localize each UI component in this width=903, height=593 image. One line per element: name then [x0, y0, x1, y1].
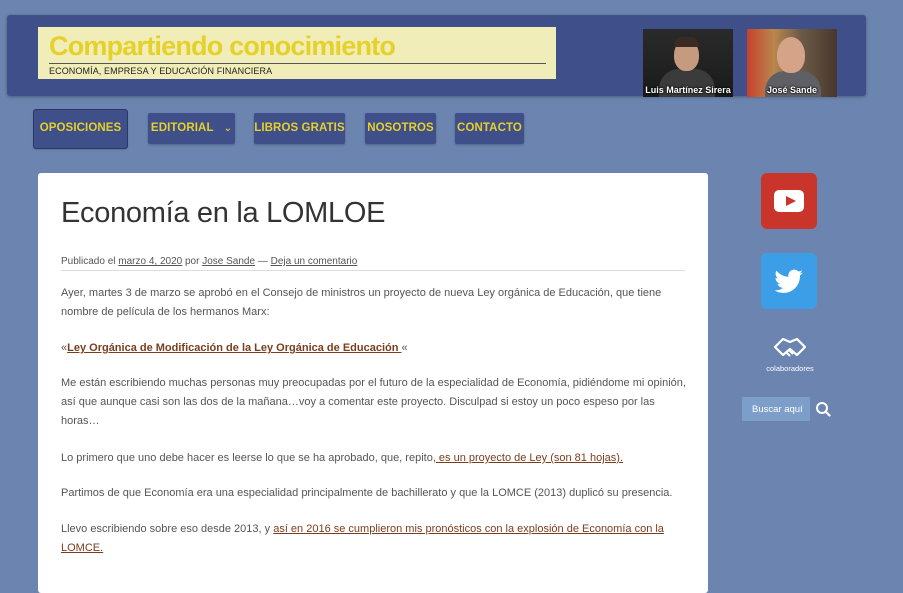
quote-close: « — [401, 342, 408, 354]
search-icon — [816, 402, 831, 417]
site-title[interactable]: Compartiendo conocimiento — [49, 31, 396, 62]
site-branding[interactable]: Compartiendo conocimiento ECONOMÍA, EMPR… — [38, 27, 556, 79]
paragraph-law-name: «Ley Orgánica de Modificación de la Ley … — [61, 339, 689, 358]
meta-by: por — [184, 256, 200, 267]
law-link[interactable]: Ley Orgánica de Modificación de la Ley O… — [67, 342, 401, 354]
post-author-link[interactable]: Jose Sande — [202, 256, 255, 267]
collaborators-label: colaboradores — [766, 364, 814, 373]
meta-separator: — — [257, 256, 268, 267]
comment-link[interactable]: Deja un comentario — [271, 256, 358, 267]
nav-item-label: EDITORIAL — [150, 122, 214, 134]
meta-divider — [61, 270, 685, 271]
paragraph-text: Lo primero que uno debe hacer es leerse … — [61, 452, 436, 464]
play-icon — [786, 196, 796, 206]
search-form — [742, 397, 836, 421]
nav-item-editorial[interactable]: EDITORIAL ⌄ — [148, 113, 235, 144]
handshake-icon — [773, 337, 807, 357]
twitter-icon[interactable] — [761, 253, 817, 309]
paragraph-context: Partimos de que Economía era una especia… — [61, 487, 673, 499]
author-photo-luis[interactable]: Luis Martínez Sirera — [643, 29, 733, 97]
title-divider — [49, 63, 546, 64]
youtube-icon[interactable] — [761, 173, 817, 229]
bill-link[interactable]: es un proyecto de Ley (son 81 hojas). — [436, 452, 623, 464]
paragraph-text: Llevo escribiendo sobre eso desde 2013, … — [61, 523, 274, 535]
photo-hair — [674, 37, 699, 47]
nav-item-libros-gratis[interactable]: LIBROS GRATIS — [254, 113, 345, 144]
youtube-screen — [774, 190, 804, 212]
paragraph-read-first: Lo primero que uno debe hacer es leerse … — [61, 449, 689, 468]
photo-face — [777, 37, 805, 73]
author-name: Luis Martínez Sirera — [645, 85, 731, 95]
collaborators-link[interactable]: colaboradores — [760, 333, 820, 375]
author-photo-jose[interactable]: José Sande — [747, 29, 837, 97]
paragraph-concern: Me están escribiendo muchas personas muy… — [61, 377, 686, 427]
post-meta: Publicado el marzo 4, 2020 por Jose Sand… — [61, 256, 357, 267]
nav-item-nosotros[interactable]: NOSOTROS — [365, 113, 436, 144]
paragraph-intro: Ayer, martes 3 de marzo se aprobó en el … — [61, 287, 662, 318]
nav-item-contacto[interactable]: CONTACTO — [455, 113, 524, 144]
meta-prefix: Publicado el — [61, 256, 116, 267]
site-tagline: ECONOMÍA, EMPRESA Y EDUCACIÓN FINANCIERA — [49, 66, 273, 76]
chevron-down-icon: ⌄ — [223, 123, 233, 134]
twitter-bird-icon — [774, 269, 803, 293]
post-date-link[interactable]: marzo 4, 2020 — [118, 256, 182, 267]
nav-item-oposiciones[interactable]: OPOSICIONES — [34, 110, 127, 148]
post-title: Economía en la LOMLOE — [61, 197, 386, 229]
author-name: José Sande — [766, 85, 818, 95]
site-header: Compartiendo conocimiento ECONOMÍA, EMPR… — [7, 15, 866, 97]
post-article: Economía en la LOMLOE Publicado el marzo… — [38, 173, 708, 593]
search-input[interactable] — [742, 397, 810, 421]
search-button[interactable] — [810, 397, 836, 421]
paragraph-history: Llevo escribiendo sobre eso desde 2013, … — [61, 520, 689, 558]
